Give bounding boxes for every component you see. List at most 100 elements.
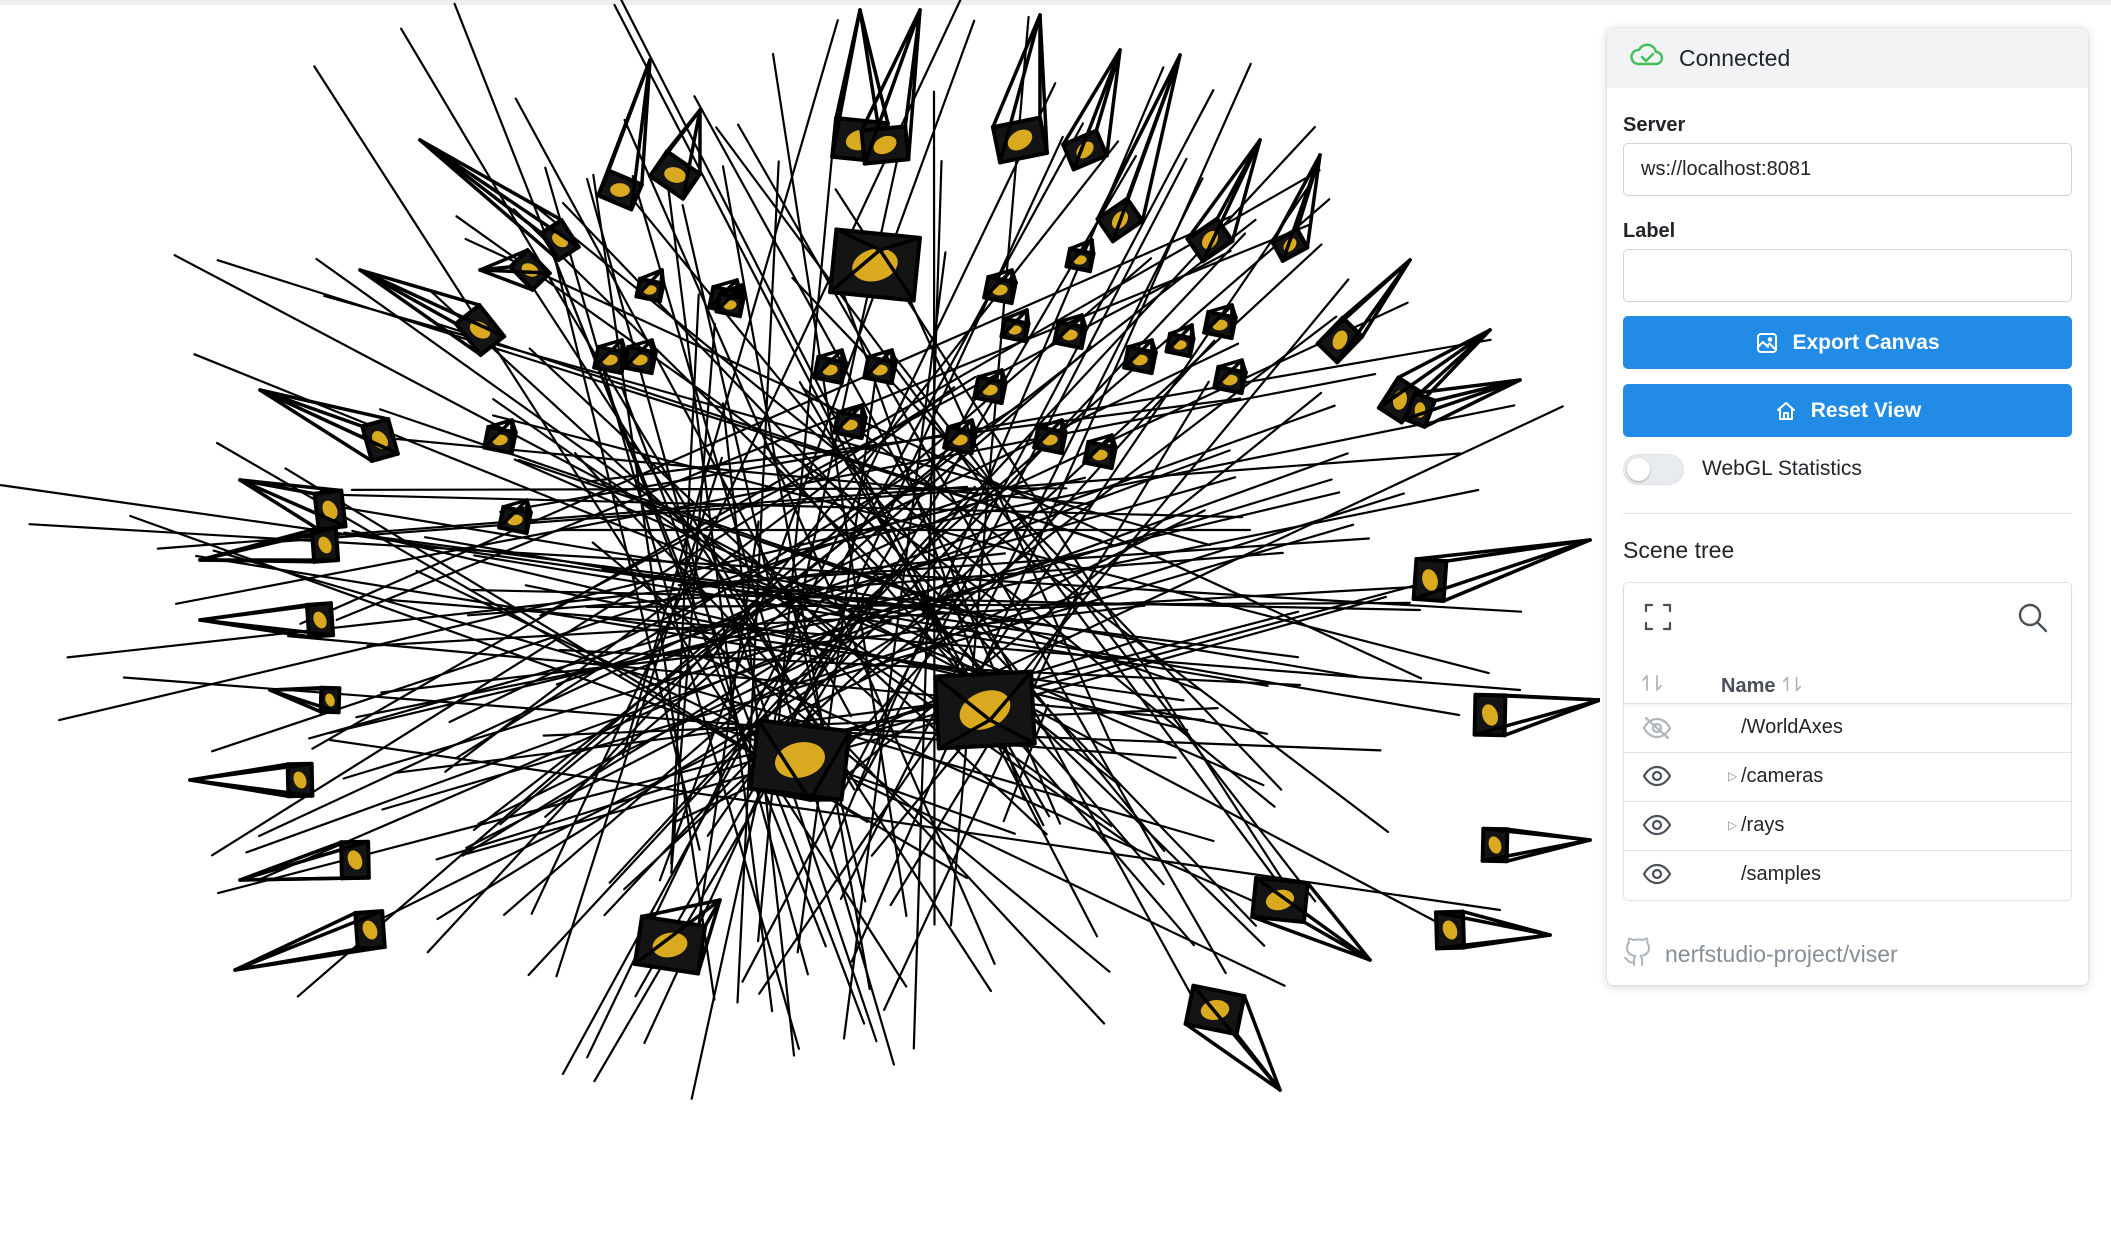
camera-frustum[interactable]	[1315, 258, 1412, 365]
server-input[interactable]	[1623, 143, 2072, 196]
cloud-check-icon	[1629, 42, 1665, 75]
sort-name-icon	[1781, 674, 1803, 700]
camera-frustum[interactable]	[942, 418, 978, 456]
webgl-statistics-label: WebGL Statistics	[1702, 457, 1862, 480]
camera-frustum[interactable]	[258, 388, 400, 463]
expand-caret-icon[interactable]: ▷	[1728, 769, 1737, 783]
camera-frustum[interactable]	[632, 898, 722, 976]
frustum-edge	[188, 762, 290, 782]
camera-frustum[interactable]	[1403, 378, 1522, 429]
scene-tree-table: Name /WorldAxes ▷ /cameras ▷ /rays/samples	[1623, 582, 2072, 901]
frustum-edge	[1411, 596, 1446, 604]
export-canvas-button[interactable]: Export Canvas	[1623, 316, 2072, 369]
eye-icon[interactable]	[1642, 814, 1672, 842]
camera-frustum[interactable]	[832, 403, 868, 441]
camera-frustum[interactable]	[1480, 826, 1592, 864]
tree-row-name: /cameras	[1741, 765, 1824, 787]
camera-frustum[interactable]	[1122, 338, 1158, 376]
camera-frustum[interactable]	[990, 13, 1050, 165]
tree-row[interactable]: ▷ /cameras	[1624, 752, 2071, 801]
camera-frustum[interactable]	[1032, 418, 1068, 456]
camera-frustum[interactable]	[1270, 153, 1322, 263]
webgl-statistics-toggle[interactable]	[1623, 454, 1684, 485]
name-column-label: Name	[1721, 675, 1776, 697]
status-text: Connected	[1679, 44, 1791, 71]
frustum-edge	[198, 618, 311, 639]
frustum-edge	[1088, 238, 1094, 273]
camera-frustum[interactable]	[1052, 313, 1088, 351]
tree-row[interactable]: ▷ /rays	[1624, 801, 2071, 850]
camera-frustum[interactable]	[1212, 358, 1248, 396]
reset-view-button[interactable]: Reset View	[1623, 384, 2072, 437]
camera-frustum[interactable]	[1061, 48, 1122, 172]
github-link[interactable]: nerfstudio-project/viser	[1623, 935, 1898, 973]
reset-view-label: Reset View	[1810, 398, 1922, 422]
camera-frustum[interactable]	[198, 526, 341, 564]
camera-frustum[interactable]	[1185, 138, 1262, 264]
camera-frustum[interactable]	[592, 338, 628, 376]
ray-line	[328, 491, 1341, 735]
frustum-edge	[380, 909, 387, 949]
camera-frustum[interactable]	[622, 338, 658, 376]
label-label: Label	[1623, 220, 1676, 242]
camera-frustum[interactable]	[1250, 876, 1372, 962]
frustum-edge	[336, 686, 342, 715]
frustum-edge	[738, 283, 744, 318]
camera-frustum[interactable]	[972, 368, 1008, 406]
camera-frustum[interactable]	[828, 227, 922, 303]
connection-status[interactable]: Connected	[1607, 28, 2088, 88]
frustum-edge	[309, 526, 338, 532]
frustum-edge	[1504, 827, 1510, 864]
frustum-edge	[339, 840, 344, 881]
scene-tree-title: Scene tree	[1623, 537, 1735, 563]
frustum-edge	[1504, 838, 1592, 863]
camera-frustum[interactable]	[1202, 303, 1238, 341]
eye-off-icon[interactable]	[1642, 716, 1672, 746]
camera-frustum[interactable]	[596, 58, 652, 212]
camera-frustum[interactable]	[812, 348, 848, 386]
eye-icon[interactable]	[1642, 765, 1672, 793]
tree-row[interactable]: /samples	[1624, 850, 2071, 899]
frustum-edge	[198, 603, 309, 622]
frustum-edge	[1462, 933, 1552, 950]
camera-frustum[interactable]	[982, 268, 1018, 306]
camera-frustum[interactable]	[1164, 323, 1196, 359]
frustum-edge	[1472, 732, 1507, 738]
label-input[interactable]	[1623, 249, 2072, 302]
frustum-edge	[1023, 308, 1029, 343]
camera-frustum[interactable]	[482, 418, 518, 456]
camera-frustum[interactable]	[1433, 909, 1552, 951]
divider	[1623, 513, 2072, 514]
expand-caret-icon[interactable]: ▷	[1728, 818, 1737, 832]
frustum-edge	[309, 761, 315, 798]
camera-frustum[interactable]	[1082, 433, 1118, 471]
ray-line	[350, 487, 1068, 491]
camera-frustum[interactable]	[634, 268, 666, 304]
search-icon[interactable]	[2016, 601, 2050, 640]
tree-row-name: /rays	[1741, 814, 1785, 836]
frustum-edge	[366, 839, 371, 880]
eye-icon[interactable]	[1642, 863, 1672, 891]
camera-frustum[interactable]	[497, 498, 533, 536]
camera-frustum[interactable]	[1472, 692, 1600, 738]
camera-frustum[interactable]	[859, 8, 922, 166]
camera-frustum[interactable]	[862, 348, 898, 386]
camera-frustum-scene[interactable]	[0, 0, 1600, 1239]
sort-visibility-icon[interactable]	[1640, 673, 1664, 698]
frustum-edge	[418, 138, 581, 249]
camera-frustum[interactable]	[478, 248, 552, 292]
camera-frustum[interactable]	[1183, 983, 1282, 1092]
expand-all-icon[interactable]	[1642, 601, 1674, 638]
tree-row[interactable]: /WorldAxes	[1624, 703, 2071, 752]
name-column-header[interactable]: Name	[1721, 674, 1803, 700]
camera-frustum[interactable]	[933, 669, 1037, 751]
frustum-edge	[1480, 826, 1486, 863]
camera-frustum[interactable]	[1064, 238, 1096, 274]
camera-frustum[interactable]	[188, 761, 315, 799]
frustum-edge	[258, 388, 390, 421]
camera-frustum[interactable]	[233, 909, 387, 972]
camera-frustum[interactable]	[748, 718, 852, 802]
camera-frustum[interactable]	[198, 601, 336, 639]
frustum-edge	[418, 138, 544, 235]
camera-frustum[interactable]	[1411, 538, 1592, 604]
